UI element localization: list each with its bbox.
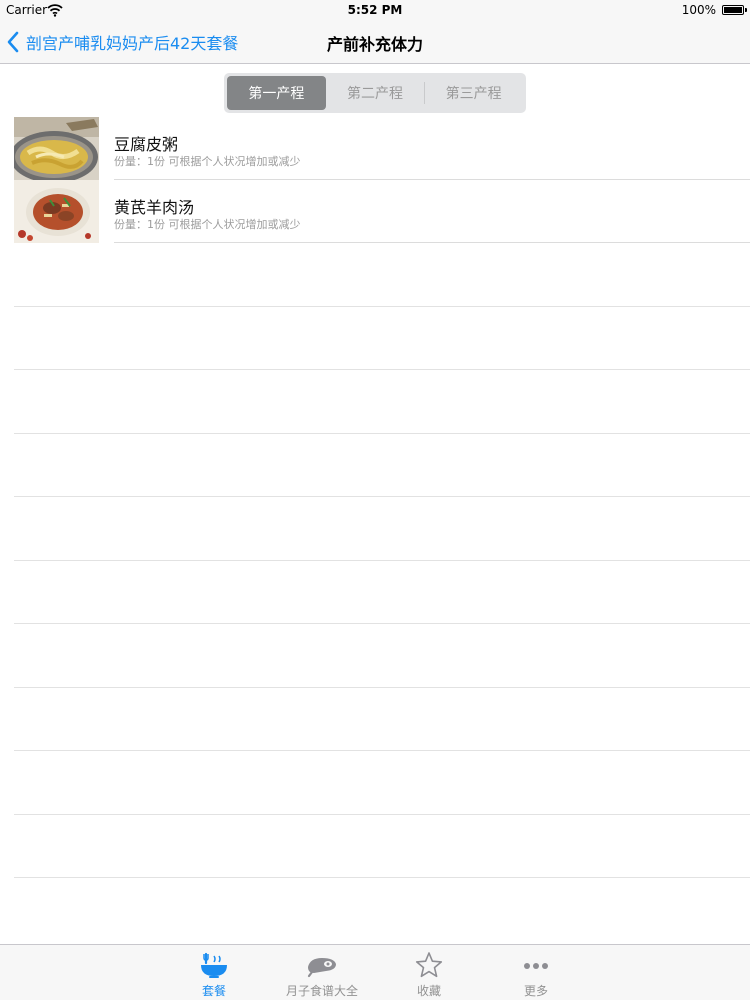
- empty-row: [0, 624, 750, 688]
- recipe-row[interactable]: 豆腐皮粥 份量：1份 可根据个人状况增加或减少: [0, 117, 750, 180]
- recipe-title: 黄芪羊肉汤: [114, 198, 195, 217]
- battery-icon: [722, 5, 747, 15]
- empty-row: [0, 243, 750, 307]
- back-button[interactable]: 剖宫产哺乳妈妈产后42天套餐: [6, 29, 238, 55]
- back-button-label: 剖宫产哺乳妈妈产后42天套餐: [26, 34, 239, 53]
- empty-row: [0, 751, 750, 815]
- star-icon: [415, 952, 443, 978]
- navigation-bar: 剖宫产哺乳妈妈产后42天套餐 产前补充体力: [0, 20, 750, 64]
- segment-stage-1[interactable]: 第一产程: [227, 76, 326, 110]
- row-divider: [14, 877, 750, 878]
- chevron-left-icon: [7, 31, 19, 53]
- empty-row: [0, 370, 750, 434]
- tab-meal-plans[interactable]: 套餐: [169, 945, 259, 1000]
- ham-icon: [307, 958, 336, 978]
- segment-stage-2[interactable]: 第二产程: [326, 76, 425, 110]
- page-title: 产前补充体力: [326, 35, 423, 54]
- empty-row: [0, 497, 750, 561]
- mutton-soup-photo: [14, 180, 99, 243]
- tab-favorites[interactable]: 收藏: [384, 945, 474, 1000]
- tab-recipes[interactable]: 月子食谱大全: [277, 945, 367, 1000]
- porridge-photo: [14, 117, 99, 180]
- battery-fill: [724, 7, 742, 13]
- status-bar: Carrier 5:52 PM 100%: [0, 0, 750, 20]
- empty-row: [0, 815, 750, 878]
- segment-stage-3[interactable]: 第三产程: [424, 76, 523, 110]
- recipe-title: 豆腐皮粥: [114, 135, 179, 154]
- recipe-row[interactable]: 黄芪羊肉汤 份量：1份 可根据个人状况增加或减少: [0, 180, 750, 243]
- bowl-icon: [201, 952, 227, 978]
- recipe-detail: 份量：1份 可根据个人状况增加或减少: [114, 218, 301, 231]
- stage-segmented-control: 第一产程 第二产程 第三产程: [224, 73, 526, 113]
- app-screen: Carrier 5:52 PM 100% 剖宫产哺乳妈妈产后42天套餐 产前补充…: [0, 0, 750, 1000]
- empty-row: [0, 434, 750, 497]
- recipe-list: 豆腐皮粥 份量：1份 可根据个人状况增加或减少 黄芪羊肉汤 份量：1份 可根据个…: [0, 117, 750, 878]
- empty-row: [0, 307, 750, 370]
- empty-row: [0, 561, 750, 624]
- recipe-detail: 份量：1份 可根据个人状况增加或减少: [114, 155, 301, 168]
- tab-more[interactable]: 更多: [491, 945, 581, 1000]
- battery-percent: 100%: [681, 3, 716, 17]
- empty-row: [0, 688, 750, 751]
- tab-label: 更多: [523, 984, 548, 998]
- tab-bar: 套餐 月子食谱大全 收藏 更多: [0, 944, 750, 1000]
- more-dots-icon: [524, 963, 548, 969]
- clock: 5:52 PM: [347, 3, 403, 17]
